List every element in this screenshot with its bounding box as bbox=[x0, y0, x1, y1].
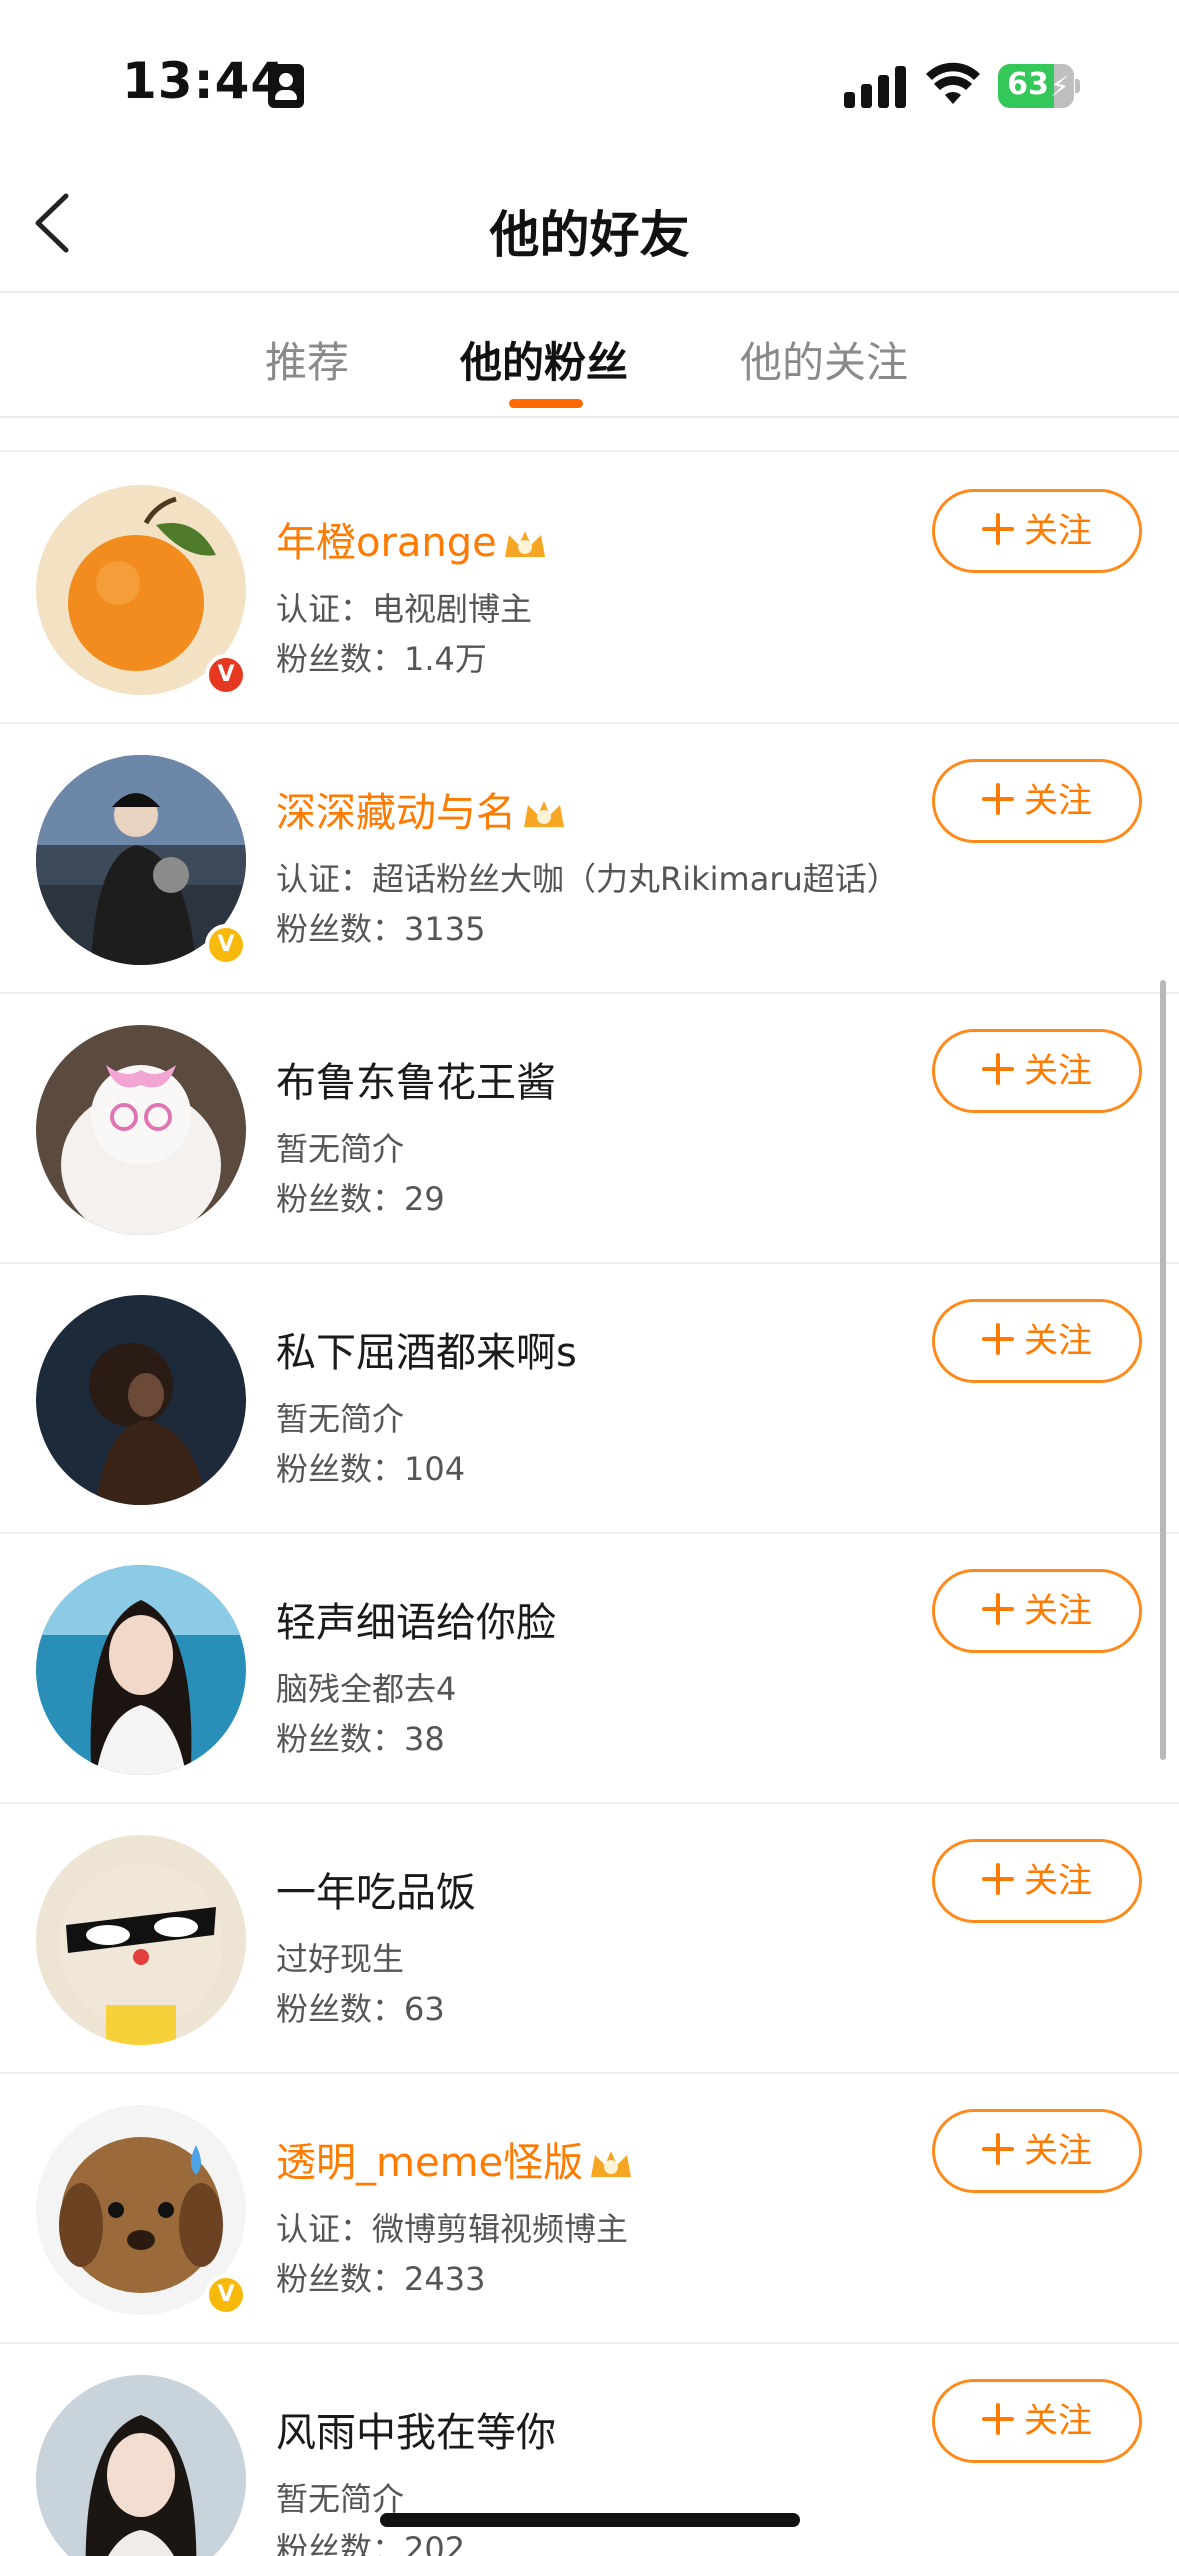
verified-badge-icon: V bbox=[205, 2274, 247, 2316]
fan-count: 粉丝数：2433 bbox=[276, 2260, 486, 2298]
username[interactable]: 风雨中我在等你 bbox=[276, 2400, 556, 2458]
follow-button[interactable]: 关注 bbox=[932, 2109, 1142, 2193]
follow-button[interactable]: 关注 bbox=[932, 2379, 1142, 2463]
plus-icon bbox=[982, 2403, 1014, 2435]
crown-icon bbox=[504, 531, 545, 557]
tab-recommend[interactable]: 推荐 bbox=[265, 329, 349, 390]
user-description: 脑残全都去4 bbox=[276, 1670, 457, 1708]
plus-icon bbox=[982, 1323, 1014, 1355]
fan-count: 粉丝数：3135 bbox=[276, 910, 486, 948]
avatar[interactable] bbox=[36, 1835, 246, 2045]
battery-icon: 63 ⚡ bbox=[998, 64, 1080, 108]
user-description: 认证：电视剧博主 bbox=[276, 590, 533, 628]
follow-button[interactable]: 关注 bbox=[932, 489, 1142, 573]
user-description: 过好现生 bbox=[276, 1940, 405, 1978]
user-description: 暂无简介 bbox=[276, 1130, 405, 1168]
follow-button[interactable]: 关注 bbox=[932, 1839, 1142, 1923]
avatar[interactable] bbox=[36, 1295, 246, 1505]
user-description: 暂无简介 bbox=[276, 1400, 405, 1438]
plus-icon bbox=[982, 1593, 1014, 1625]
home-indicator[interactable] bbox=[380, 2513, 800, 2527]
list-item[interactable]: V 年橙orange 认证：电视剧博主 粉丝数：1.4万 关注 bbox=[0, 454, 1179, 724]
follow-button[interactable]: 关注 bbox=[932, 1299, 1142, 1383]
avatar[interactable] bbox=[36, 1025, 246, 1235]
list-item[interactable]: V 透明_meme怪版 认证：微博剪辑视频博主 粉丝数：2433 关注 bbox=[0, 2074, 1179, 2344]
plus-icon bbox=[982, 783, 1014, 815]
crown-icon bbox=[524, 801, 564, 827]
fan-count: 粉丝数：1.4万 bbox=[276, 640, 487, 678]
username[interactable]: 透明_meme怪版 bbox=[276, 2130, 635, 2188]
follow-button[interactable]: 关注 bbox=[932, 1569, 1142, 1653]
status-time: 13:44 bbox=[122, 52, 287, 110]
verified-badge-icon: V bbox=[205, 924, 247, 966]
fan-count: 粉丝数：38 bbox=[276, 1720, 445, 1758]
fan-count: 粉丝数：63 bbox=[276, 1990, 445, 2028]
list-item[interactable]: 布鲁东鲁花王酱 暂无简介 粉丝数：29 关注 bbox=[0, 994, 1179, 1264]
tab-bar: 推荐 他的粉丝 他的关注 bbox=[0, 293, 1179, 418]
scrollbar[interactable] bbox=[1160, 980, 1166, 1760]
username[interactable]: 年橙orange bbox=[276, 510, 549, 568]
battery-level: 63 bbox=[1007, 67, 1049, 102]
crown-icon bbox=[591, 2151, 632, 2177]
username[interactable]: 深深藏动与名 bbox=[276, 780, 568, 838]
username[interactable]: 一年吃品饭 bbox=[276, 1860, 476, 1918]
user-description: 认证：超话粉丝大咖（力丸Rikimaru超话） bbox=[276, 860, 899, 898]
verified-badge-icon: V bbox=[205, 654, 247, 696]
user-description: 认证：微博剪辑视频博主 bbox=[276, 2210, 629, 2248]
tab-his-fans[interactable]: 他的粉丝 bbox=[460, 329, 628, 390]
active-tab-indicator bbox=[509, 399, 583, 408]
contact-card-icon bbox=[268, 64, 304, 108]
fan-count: 粉丝数：29 bbox=[276, 1180, 445, 1218]
plus-icon bbox=[982, 1863, 1014, 1895]
status-bar: 13:44 63 ⚡ bbox=[0, 0, 1179, 150]
fan-count: 粉丝数：104 bbox=[276, 1450, 466, 1488]
fan-count: 粉丝数：202 bbox=[276, 2530, 466, 2556]
cellular-signal-icon bbox=[844, 66, 906, 108]
list-item[interactable]: 一年吃品饭 过好现生 粉丝数：63 关注 bbox=[0, 1804, 1179, 2074]
page-title: 他的好友 bbox=[489, 206, 690, 264]
plus-icon bbox=[982, 2133, 1014, 2165]
username[interactable]: 轻声细语给你脸 bbox=[276, 1590, 556, 1648]
username[interactable]: 布鲁东鲁花王酱 bbox=[276, 1050, 556, 1108]
list-item[interactable]: 私下屈酒都来啊s 暂无简介 粉丝数：104 关注 bbox=[0, 1264, 1179, 1534]
plus-icon bbox=[982, 513, 1014, 545]
list-item[interactable]: 轻声细语给你脸 脑残全都去4 粉丝数：38 关注 bbox=[0, 1534, 1179, 1804]
username[interactable]: 私下屈酒都来啊s bbox=[276, 1320, 577, 1378]
charging-bolt-icon: ⚡ bbox=[1050, 70, 1070, 103]
wifi-icon bbox=[926, 62, 980, 104]
avatar[interactable] bbox=[36, 2375, 246, 2556]
avatar[interactable] bbox=[36, 1565, 246, 1775]
follow-button[interactable]: 关注 bbox=[932, 759, 1142, 843]
plus-icon bbox=[982, 1053, 1014, 1085]
follow-button[interactable]: 关注 bbox=[932, 1029, 1142, 1113]
list-item[interactable]: V 深深藏动与名 认证：超话粉丝大咖（力丸Rikimaru超话） 粉丝数：313… bbox=[0, 724, 1179, 994]
nav-bar: 他的好友 bbox=[0, 150, 1179, 293]
partial-list-item bbox=[0, 420, 1179, 452]
tab-his-following[interactable]: 他的关注 bbox=[740, 329, 908, 390]
